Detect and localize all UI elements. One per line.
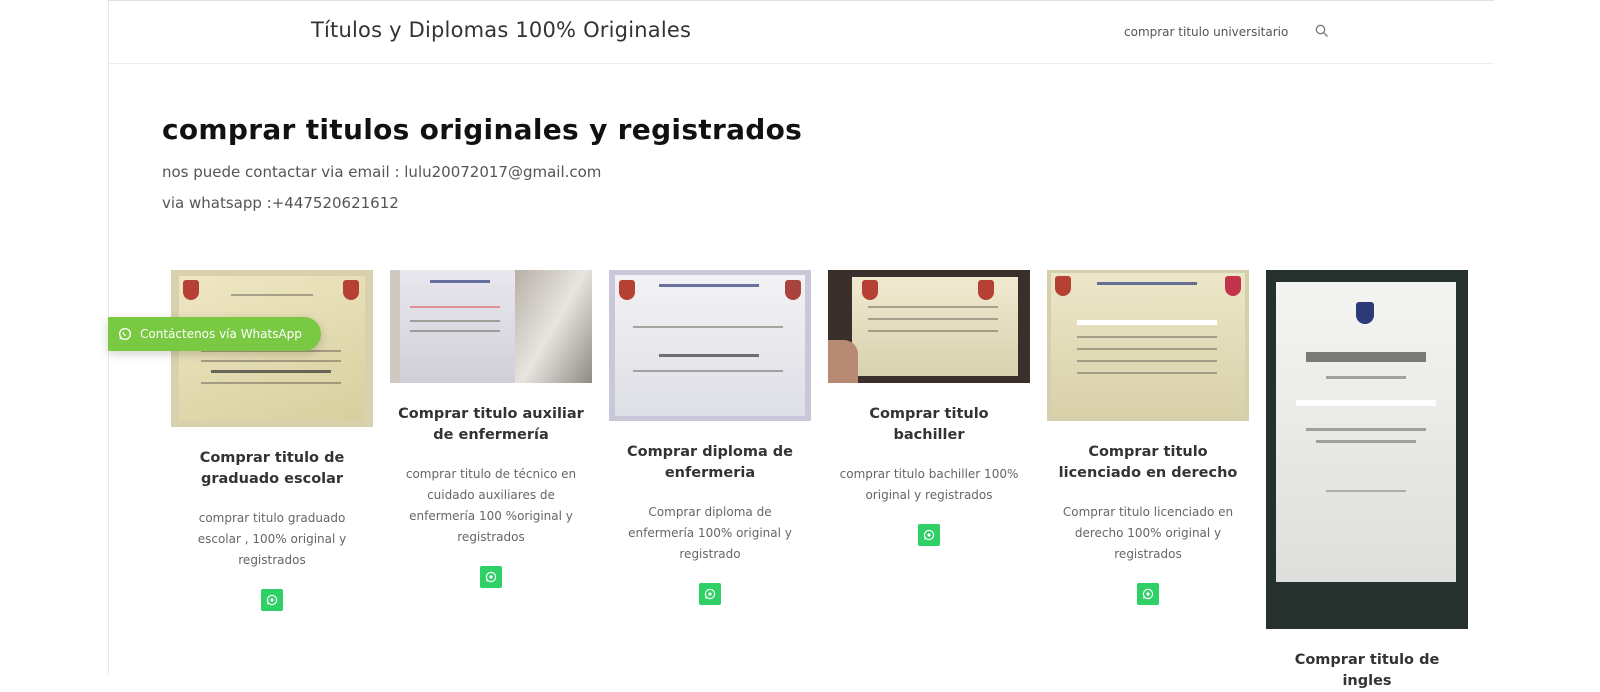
product-image[interactable] — [609, 270, 811, 421]
diploma-photo — [828, 270, 1030, 383]
product-title[interactable]: Comprar titulo auxiliar de enfermería — [390, 404, 592, 446]
page-title: comprar titulos originales y registrados — [162, 113, 803, 146]
product-title[interactable]: Comprar titulo bachiller — [828, 404, 1030, 446]
contact-whatsapp-text: via whatsapp :+447520621612 — [162, 194, 399, 212]
product-image[interactable] — [390, 270, 592, 383]
product-description: Comprar diploma de enfermería 100% origi… — [628, 505, 792, 561]
site-header: Títulos y Diplomas 100% Originales compr… — [108, 1, 1494, 64]
product-title[interactable]: Comprar titulo licenciado en derecho — [1047, 442, 1249, 484]
product-card: Comprar diploma de enfermeria Comprar di… — [609, 270, 811, 609]
diploma-photo — [390, 270, 592, 383]
product-card: Comprar titulo bachiller comprar titulo … — [828, 270, 1030, 550]
whatsapp-icon — [1142, 588, 1154, 600]
product-card: Comprar titulo licenciado en derecho Com… — [1047, 270, 1249, 609]
whatsapp-button[interactable] — [1137, 583, 1159, 605]
product-card: Comprar titulo auxiliar de enfermería co… — [390, 270, 592, 592]
product-card: Comprar titulo de ingles — [1266, 270, 1468, 692]
product-title[interactable]: Comprar diploma de enfermeria — [609, 442, 811, 484]
certificate-photo — [1266, 270, 1468, 629]
product-description: comprar titulo graduado escolar , 100% o… — [197, 511, 347, 567]
whatsapp-contact-label: Contáctenos vía WhatsApp — [140, 327, 302, 341]
whatsapp-button[interactable] — [918, 524, 940, 546]
whatsapp-icon — [266, 594, 278, 606]
product-description: comprar titulo bachiller 100% original y… — [839, 467, 1019, 502]
whatsapp-button[interactable] — [699, 583, 721, 605]
whatsapp-button[interactable] — [480, 566, 502, 588]
product-title[interactable]: Comprar titulo de ingles — [1266, 650, 1468, 692]
site-title[interactable]: Títulos y Diplomas 100% Originales — [311, 18, 691, 42]
product-description: Comprar titulo licenciado en derecho 100… — [1062, 505, 1234, 561]
whatsapp-button[interactable] — [261, 589, 283, 611]
whatsapp-icon — [923, 529, 935, 541]
whatsapp-contact-button[interactable]: Contáctenos vía WhatsApp — [108, 317, 321, 351]
product-image[interactable] — [1047, 270, 1249, 421]
product-image[interactable] — [828, 270, 1030, 383]
whatsapp-icon — [118, 327, 132, 341]
product-image[interactable] — [1266, 270, 1468, 629]
product-title[interactable]: Comprar titulo de graduado escolar — [171, 448, 373, 490]
whatsapp-icon — [704, 588, 716, 600]
diploma-photo — [609, 270, 811, 421]
contact-email-text: nos puede contactar via email : lulu2007… — [162, 163, 602, 181]
search-icon[interactable] — [1314, 23, 1330, 39]
nav-link-comprar-titulo-universitario[interactable]: comprar titulo universitario — [1124, 25, 1288, 39]
diploma-photo — [1047, 270, 1249, 421]
whatsapp-icon — [485, 571, 497, 583]
product-description: comprar titulo de técnico en cuidado aux… — [405, 467, 577, 544]
